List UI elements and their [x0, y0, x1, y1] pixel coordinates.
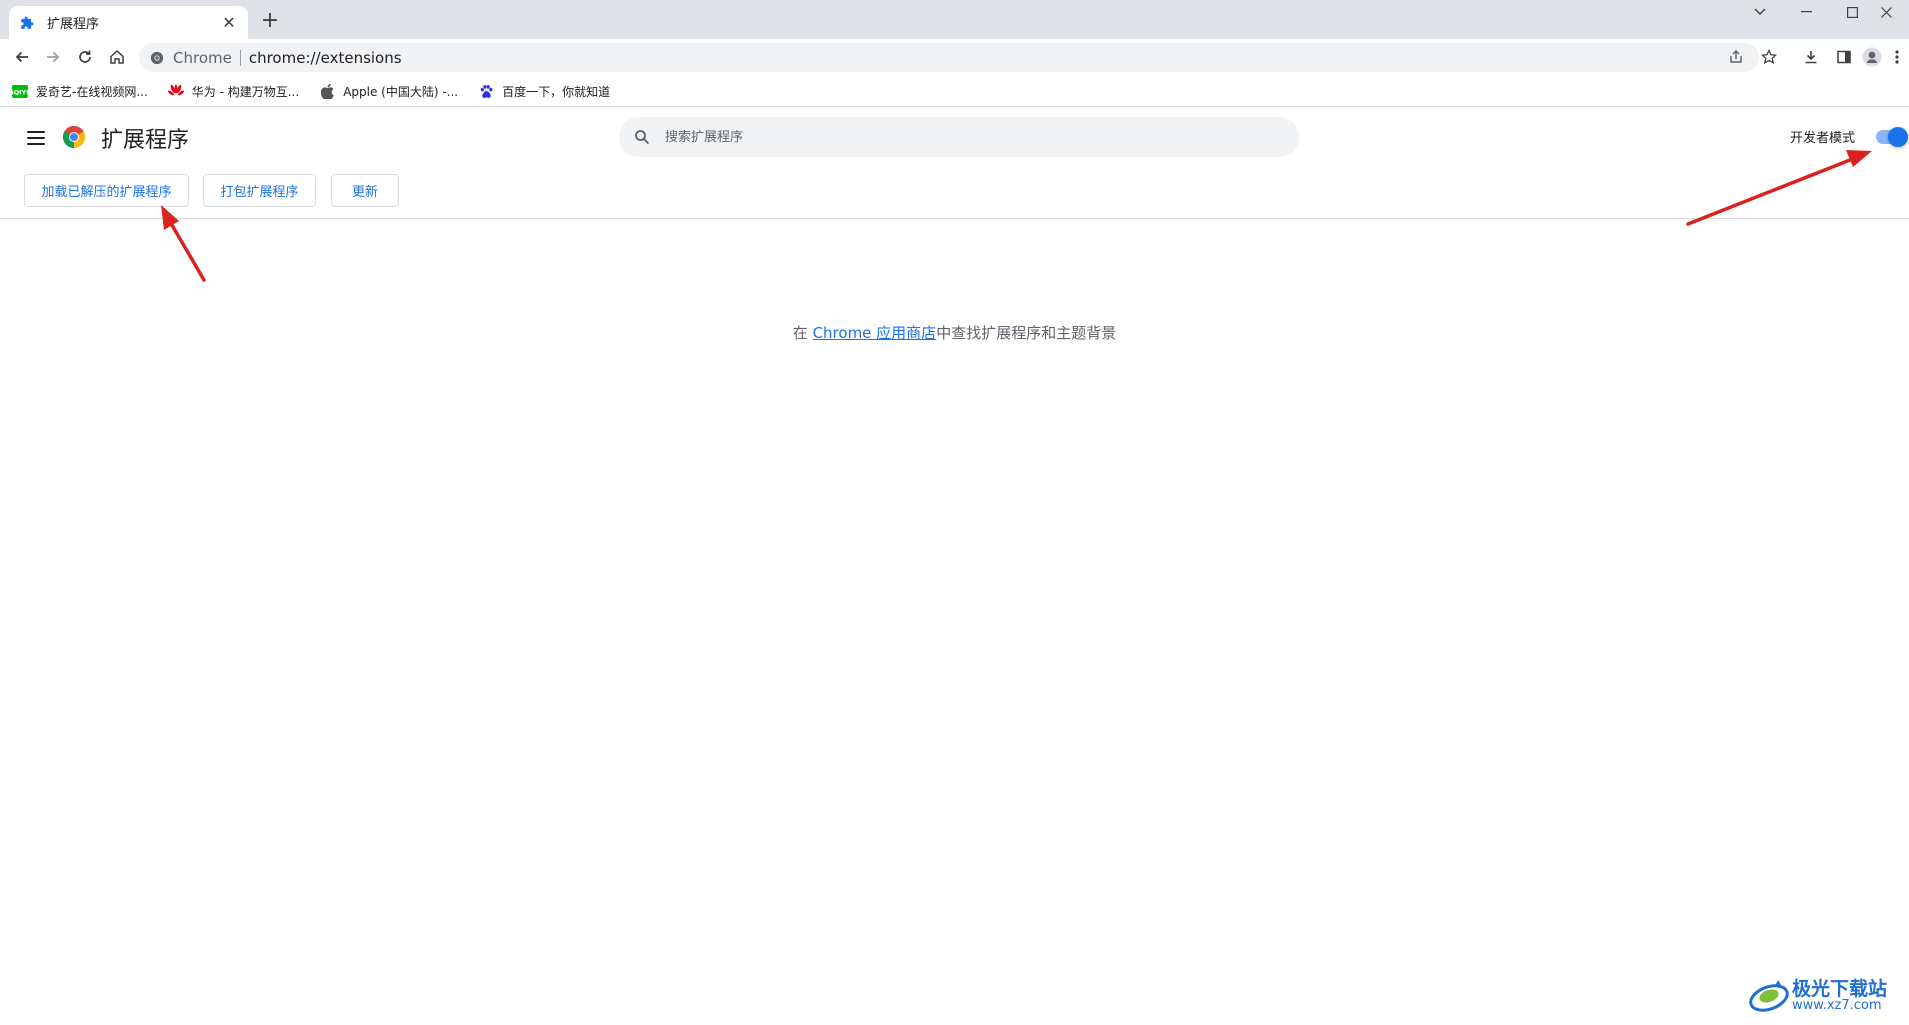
huawei-icon: [167, 83, 184, 99]
reload-icon[interactable]: [72, 44, 98, 70]
minimize-icon[interactable]: [1783, 0, 1829, 24]
watermark: 极光下载站 www.xz7.com: [1748, 972, 1898, 1018]
bookmarks-bar: iQIYI 爱奇艺-在线视频网... 华为 - 构建万物互... Apple (…: [0, 76, 1909, 107]
apple-icon: [319, 83, 335, 99]
puzzle-icon: [19, 15, 35, 31]
watermark-url: www.xz7.com: [1792, 998, 1882, 1013]
new-tab-button[interactable]: +: [258, 10, 282, 34]
watermark-logo-icon: [1749, 980, 1789, 1012]
empty-message-prefix: 在: [792, 324, 813, 342]
update-button[interactable]: 更新: [331, 174, 399, 207]
chrome-site-icon: [149, 50, 165, 66]
omnibox-separator: [239, 49, 241, 66]
main-menu-icon[interactable]: [24, 126, 48, 150]
bookmark-huawei[interactable]: 华为 - 构建万物互...: [167, 83, 300, 100]
page-title: 扩展程序: [101, 128, 190, 153]
baidu-icon: [478, 83, 494, 99]
back-icon[interactable]: [9, 44, 35, 70]
chrome-web-store-link[interactable]: Chrome 应用商店: [813, 324, 937, 342]
omnibox-chip: Chrome: [173, 48, 232, 67]
load-unpacked-button[interactable]: 加载已解压的扩展程序: [24, 174, 189, 207]
pack-extension-button[interactable]: 打包扩展程序: [203, 174, 316, 207]
bookmark-label: 百度一下，你就知道: [502, 84, 611, 99]
browser-toolbar: Chrome chrome://extensions: [0, 39, 1909, 76]
close-icon[interactable]: [1863, 0, 1909, 24]
profile-avatar-icon[interactable]: [1860, 45, 1884, 69]
bookmark-baidu[interactable]: 百度一下，你就知道: [478, 83, 610, 100]
developer-mode-toggle[interactable]: [1876, 127, 1908, 147]
empty-state-message: 在 Chrome 应用商店中查找扩展程序和主题背景: [0, 322, 1909, 343]
toggle-knob: [1888, 127, 1908, 147]
bookmark-star-icon[interactable]: [1757, 45, 1781, 69]
search-bar[interactable]: [619, 117, 1299, 157]
empty-message-suffix: 中查找扩展程序和主题背景: [936, 324, 1117, 342]
bookmark-iqiyi[interactable]: iQIYI 爱奇艺-在线视频网...: [12, 83, 148, 100]
omnibox-url[interactable]: chrome://extensions: [249, 49, 402, 67]
home-icon[interactable]: [104, 44, 130, 70]
developer-mode-label: 开发者模式: [1790, 131, 1856, 146]
search-input[interactable]: [665, 129, 1265, 145]
tab-strip: 扩展程序 ✕ +: [0, 0, 1909, 39]
search-icon: [633, 128, 651, 146]
bookmark-label: 爱奇艺-在线视频网...: [36, 84, 148, 99]
developer-toolbar: 加载已解压的扩展程序 打包扩展程序 更新: [0, 168, 1909, 219]
omnibox[interactable]: Chrome chrome://extensions: [139, 43, 1759, 72]
tab-close-icon[interactable]: ✕: [220, 13, 238, 32]
side-panel-icon[interactable]: [1832, 45, 1856, 69]
share-icon[interactable]: [1724, 45, 1748, 69]
iqiyi-icon: iQIYI: [12, 83, 28, 99]
svg-text:iQIYI: iQIYI: [12, 88, 28, 96]
download-icon[interactable]: [1799, 45, 1823, 69]
watermark-title: 极光下载站: [1792, 978, 1888, 1000]
bookmark-apple[interactable]: Apple (中国大陆) -...: [319, 83, 458, 100]
chevron-down-icon[interactable]: [1737, 0, 1783, 24]
bookmark-label: 华为 - 构建万物互...: [191, 84, 300, 99]
tab-title: 扩展程序: [47, 17, 100, 32]
chrome-logo-icon: [62, 125, 86, 149]
bookmark-label: Apple (中国大陆) -...: [343, 84, 459, 99]
tab-extensions[interactable]: 扩展程序 ✕: [9, 6, 248, 39]
extensions-header: 扩展程序 开发者模式: [0, 108, 1909, 168]
forward-icon[interactable]: [40, 44, 66, 70]
more-menu-icon[interactable]: [1885, 45, 1909, 69]
